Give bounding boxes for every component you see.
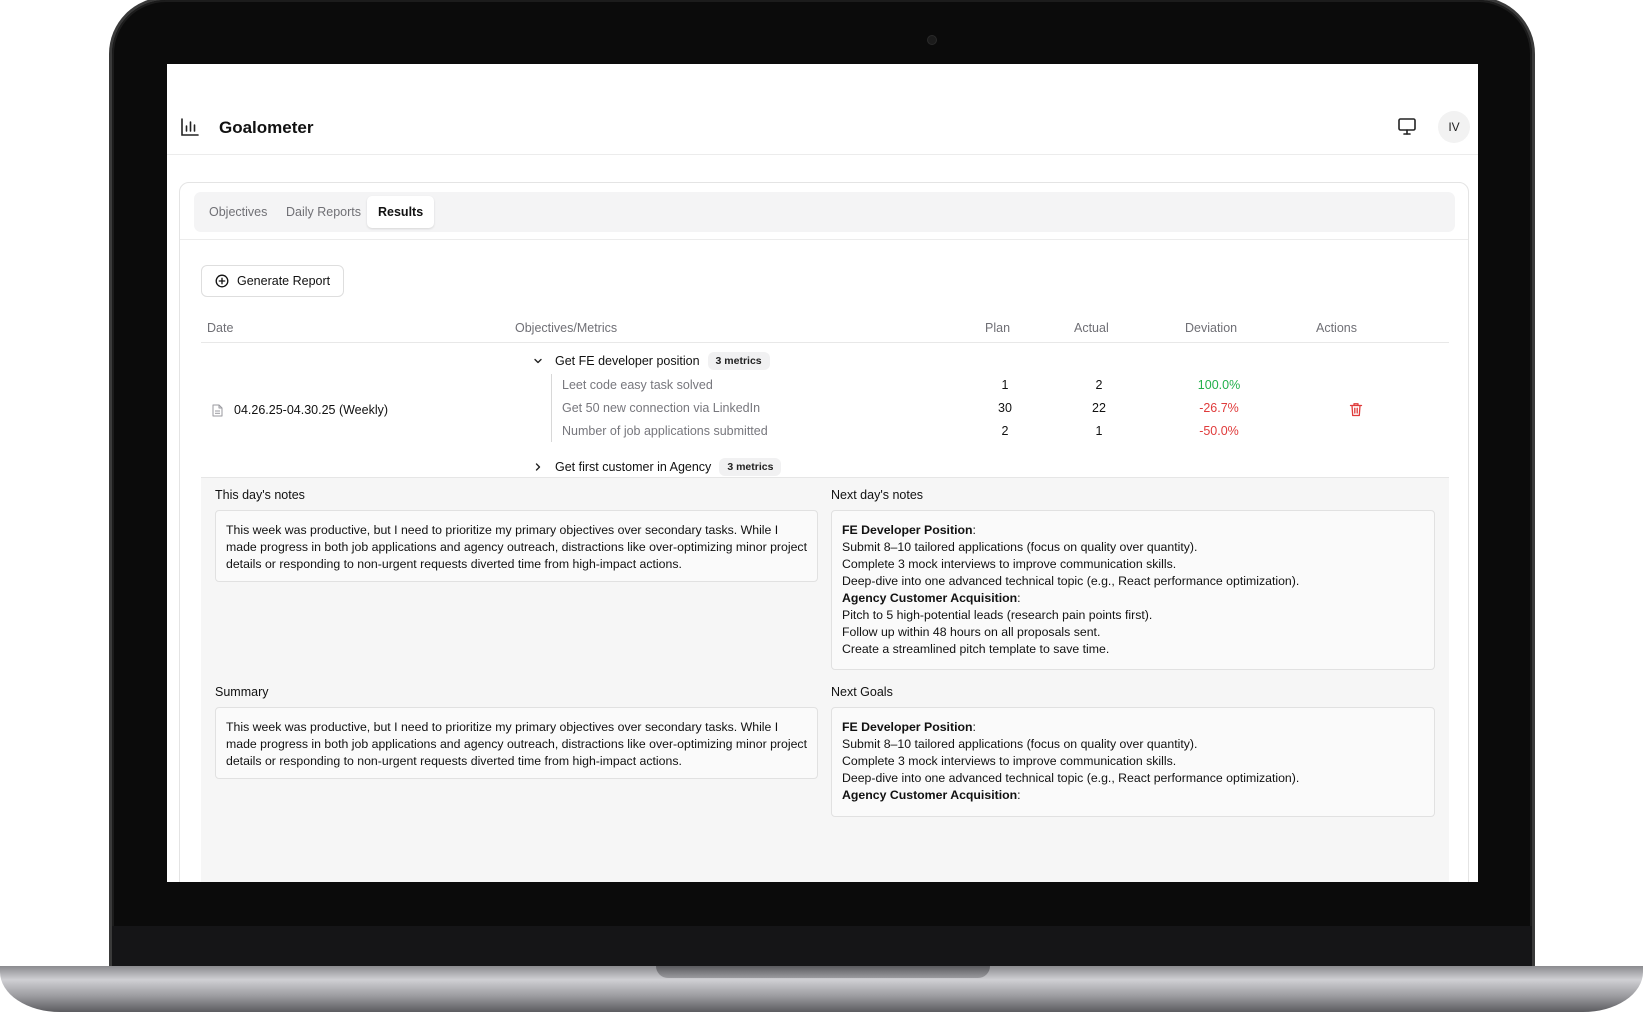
objective-row-collapsed[interactable]: Get first customer in Agency 3 metrics bbox=[533, 458, 782, 476]
tab-objectives[interactable]: Objectives bbox=[198, 196, 278, 228]
chevron-down-icon[interactable] bbox=[533, 356, 545, 366]
header-plan: Plan bbox=[985, 321, 1011, 335]
note-heading: Agency Customer Acquisition bbox=[842, 591, 1018, 605]
metric-actual: 2 bbox=[1095, 378, 1103, 392]
note-heading: FE Developer Position bbox=[842, 720, 973, 734]
divider bbox=[180, 239, 1468, 240]
objective-row-expanded[interactable]: Get FE developer position 3 metrics bbox=[533, 352, 770, 370]
monitor-icon[interactable] bbox=[1397, 117, 1417, 135]
metric-name: Get 50 new connection via LinkedIn bbox=[562, 401, 761, 415]
next-day-notes-label: Next day's notes bbox=[831, 488, 924, 502]
header-divider bbox=[201, 342, 1449, 343]
note-heading: FE Developer Position bbox=[842, 523, 973, 537]
plus-circle-icon bbox=[215, 274, 229, 288]
trash-icon[interactable] bbox=[1349, 402, 1363, 417]
metric-deviation: -50.0% bbox=[1199, 424, 1239, 438]
objective-name: Get first customer in Agency bbox=[555, 460, 712, 474]
metrics-badge: 3 metrics bbox=[719, 458, 782, 476]
tab-list: Objectives Daily Reports Results bbox=[194, 192, 1455, 232]
report-date-cell: 04.26.25-04.30.25 (Weekly) bbox=[212, 403, 388, 417]
next-day-notes-box: FE Developer Position: Submit 8–10 tailo… bbox=[831, 510, 1435, 670]
note-line: Deep-dive into one advanced technical to… bbox=[842, 771, 1300, 785]
results-card: Objectives Daily Reports Results Generat… bbox=[179, 182, 1469, 882]
app-screen: Goalometer IV Objectives Daily Reports R… bbox=[167, 64, 1478, 882]
bar-chart-icon bbox=[181, 118, 199, 136]
header-deviation: Deviation bbox=[1185, 321, 1238, 335]
note-line: Pitch to 5 high-potential leads (researc… bbox=[842, 608, 1153, 622]
report-notes-panel: This day's notes This week was productiv… bbox=[201, 477, 1449, 882]
next-goals-label: Next Goals bbox=[831, 685, 893, 699]
note-line: Create a streamlined pitch template to s… bbox=[842, 642, 1110, 656]
laptop-hinge-notch bbox=[656, 966, 990, 978]
generate-report-button[interactable]: Generate Report bbox=[201, 265, 344, 297]
summary-label: Summary bbox=[215, 685, 269, 699]
header-actual: Actual bbox=[1074, 321, 1109, 335]
metric-plan: 1 bbox=[1001, 378, 1009, 392]
report-date: 04.26.25-04.30.25 (Weekly) bbox=[234, 403, 389, 417]
note-heading: Agency Customer Acquisition bbox=[842, 788, 1018, 802]
metrics-tree-line bbox=[551, 374, 552, 442]
metric-actual: 22 bbox=[1092, 401, 1106, 415]
this-day-notes-label: This day's notes bbox=[215, 488, 305, 502]
next-goals-box: FE Developer Position: Submit 8–10 tailo… bbox=[831, 707, 1435, 817]
header-objectives: Objectives/Metrics bbox=[515, 321, 618, 335]
note-line: Submit 8–10 tailored applications (focus… bbox=[842, 737, 1198, 751]
tab-results[interactable]: Results bbox=[367, 196, 435, 228]
metric-plan: 2 bbox=[1001, 424, 1009, 438]
note-line: Complete 3 mock interviews to improve co… bbox=[842, 754, 1177, 768]
metric-deviation: -26.7% bbox=[1199, 401, 1239, 415]
user-avatar[interactable]: IV bbox=[1438, 111, 1470, 143]
top-bar: Goalometer IV bbox=[167, 64, 1478, 155]
this-day-notes-box: This week was productive, but I need to … bbox=[215, 510, 818, 582]
note-line: Complete 3 mock interviews to improve co… bbox=[842, 557, 1177, 571]
metric-actual: 1 bbox=[1095, 424, 1103, 438]
note-line: Follow up within 48 hours on all proposa… bbox=[842, 625, 1101, 639]
laptop-chin bbox=[112, 926, 1532, 966]
tab-daily-reports[interactable]: Daily Reports bbox=[275, 196, 372, 228]
metric-name: Number of job applications submitted bbox=[562, 424, 768, 438]
header-actions: Actions bbox=[1316, 321, 1357, 335]
metric-name: Leet code easy task solved bbox=[562, 378, 713, 392]
header-date: Date bbox=[207, 321, 234, 335]
metrics-badge: 3 metrics bbox=[707, 352, 770, 370]
camera-dot bbox=[927, 35, 937, 45]
summary-box: This week was productive, but I need to … bbox=[215, 707, 818, 779]
chevron-right-icon[interactable] bbox=[533, 462, 545, 472]
note-line: Deep-dive into one advanced technical to… bbox=[842, 574, 1300, 588]
metric-deviation: 100.0% bbox=[1197, 378, 1241, 392]
generate-report-label: Generate Report bbox=[237, 274, 331, 288]
objective-name: Get FE developer position bbox=[555, 354, 700, 368]
app-title: Goalometer bbox=[219, 118, 314, 137]
metric-plan: 30 bbox=[998, 401, 1012, 415]
note-line: Submit 8–10 tailored applications (focus… bbox=[842, 540, 1198, 554]
file-icon bbox=[212, 404, 223, 416]
